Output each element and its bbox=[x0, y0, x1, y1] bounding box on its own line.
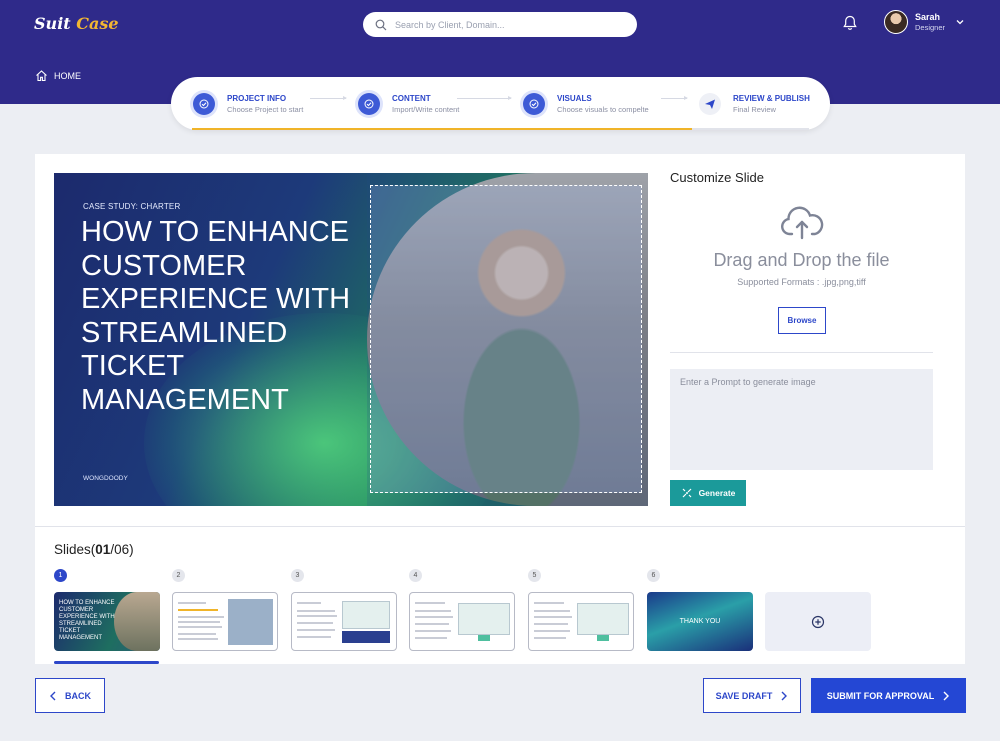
step-connector-arrow bbox=[310, 96, 347, 100]
chevron-left-icon bbox=[50, 691, 56, 700]
step-subtitle: Choose visuals to compelte bbox=[557, 105, 649, 114]
breadcrumb-home-label: HOME bbox=[54, 70, 81, 81]
home-icon bbox=[36, 70, 47, 82]
editor-panel: CASE STUDY: CHARTER HOW TO ENHANCE CUSTO… bbox=[35, 154, 965, 664]
save-draft-label: SAVE DRAFT bbox=[715, 690, 773, 701]
generate-button[interactable]: Generate bbox=[670, 480, 746, 506]
slide-thumbnail-6[interactable]: THANK YOU bbox=[647, 592, 753, 651]
slide-number-badge: 1 bbox=[54, 569, 67, 582]
step-title: PROJECT INFO bbox=[227, 94, 287, 103]
back-label: BACK bbox=[65, 690, 91, 701]
user-name: Sarah bbox=[915, 11, 941, 22]
cloud-upload-icon bbox=[780, 206, 823, 240]
submit-for-approval-button[interactable]: SUBMIT FOR APPROVAL bbox=[811, 678, 966, 713]
breadcrumb-home[interactable]: HOME bbox=[35, 69, 81, 82]
active-slide-indicator bbox=[54, 661, 159, 664]
step-project-info[interactable]: PROJECT INFO Choose Project to start bbox=[193, 93, 303, 115]
step-subtitle: Import/Write content bbox=[392, 105, 460, 114]
logo-text-part2: Case bbox=[76, 14, 119, 33]
divider bbox=[670, 352, 933, 353]
step-title: CONTENT bbox=[392, 94, 431, 103]
step-review-publish[interactable]: REVIEW & PUBLISH Final Review bbox=[699, 93, 810, 115]
back-button[interactable]: BACK bbox=[35, 678, 105, 713]
step-connector-arrow bbox=[661, 96, 688, 100]
add-slide-button[interactable] bbox=[765, 592, 871, 651]
slide-thumbnail-5[interactable] bbox=[528, 592, 634, 651]
slide-number-badge: 2 bbox=[172, 569, 185, 582]
step-done-check-icon bbox=[193, 93, 215, 115]
divider bbox=[35, 526, 965, 527]
slide-thumbnail-1[interactable]: HOW TO ENHANCE CUSTOMER EXPERIENCE WITH … bbox=[54, 592, 160, 651]
stepper-progress-fill bbox=[192, 128, 692, 130]
slide-thumbnail-3[interactable] bbox=[291, 592, 397, 651]
generate-label: Generate bbox=[698, 488, 736, 498]
avatar bbox=[884, 10, 908, 34]
image-selection-box[interactable] bbox=[370, 185, 642, 493]
progress-stepper: PROJECT INFO Choose Project to start CONT… bbox=[171, 77, 830, 130]
slide-number-badge: 5 bbox=[528, 569, 541, 582]
submit-label: SUBMIT FOR APPROVAL bbox=[826, 690, 935, 701]
chevron-down-icon[interactable] bbox=[955, 17, 965, 27]
slides-counter: Slides(01/06) bbox=[54, 542, 134, 557]
step-visuals[interactable]: VISUALS Choose visuals to compelte bbox=[523, 93, 649, 115]
browse-button[interactable]: Browse bbox=[778, 307, 826, 334]
slide-number-badge: 3 bbox=[291, 569, 304, 582]
supported-formats-text: Supported Formats : .jpg,png,tiff bbox=[737, 277, 866, 287]
thumbnail-photo bbox=[114, 592, 160, 651]
step-title: REVIEW & PUBLISH bbox=[733, 94, 810, 103]
logo-text-part1: Suit bbox=[34, 14, 71, 33]
search-input[interactable] bbox=[395, 19, 615, 30]
app-logo[interactable]: Suit Case bbox=[34, 14, 119, 33]
thumbnail-text: HOW TO ENHANCE CUSTOMER EXPERIENCE WITH … bbox=[59, 600, 115, 641]
slide-thumbnail-4[interactable] bbox=[409, 592, 515, 651]
user-menu[interactable]: Sarah Designer bbox=[884, 10, 965, 34]
drag-drop-text: Drag and Drop the file bbox=[713, 250, 890, 270]
plus-circle-icon bbox=[811, 615, 825, 628]
step-subtitle: Choose Project to start bbox=[227, 105, 304, 114]
save-draft-button[interactable]: SAVE DRAFT bbox=[703, 678, 801, 713]
chevron-right-icon bbox=[943, 691, 950, 700]
step-subtitle: Final Review bbox=[733, 105, 776, 114]
image-prompt-input[interactable] bbox=[670, 369, 933, 470]
slide-preview[interactable]: CASE STUDY: CHARTER HOW TO ENHANCE CUSTO… bbox=[54, 173, 648, 506]
step-content[interactable]: CONTENT Import/Write content bbox=[358, 93, 459, 115]
file-drop-zone[interactable]: Drag and Drop the file Supported Formats… bbox=[670, 206, 933, 287]
search-bar[interactable] bbox=[363, 12, 637, 37]
thumbnail-text: THANK YOU bbox=[679, 618, 721, 625]
customize-title: Customize Slide bbox=[670, 170, 764, 185]
slide-headline: HOW TO ENHANCE CUSTOMER EXPERIENCE WITH … bbox=[81, 216, 351, 416]
stepper-progress-track bbox=[192, 128, 809, 130]
sparkle-icon bbox=[682, 488, 691, 498]
slide-number-badge: 6 bbox=[647, 569, 660, 582]
slide-kicker: CASE STUDY: CHARTER bbox=[83, 202, 181, 211]
notification-bell-icon[interactable] bbox=[841, 14, 859, 32]
slide-brand: WONGDOODY bbox=[83, 475, 128, 482]
step-connector-arrow bbox=[457, 96, 512, 100]
chevron-right-icon bbox=[781, 691, 788, 700]
send-icon bbox=[699, 93, 721, 115]
step-done-check-icon bbox=[523, 93, 545, 115]
slide-thumbnail-2[interactable] bbox=[172, 592, 278, 651]
user-role: Designer bbox=[915, 22, 946, 32]
step-title: VISUALS bbox=[557, 94, 592, 103]
slide-number-badge: 4 bbox=[409, 569, 422, 582]
step-done-check-icon bbox=[358, 93, 380, 115]
search-icon bbox=[375, 19, 387, 30]
